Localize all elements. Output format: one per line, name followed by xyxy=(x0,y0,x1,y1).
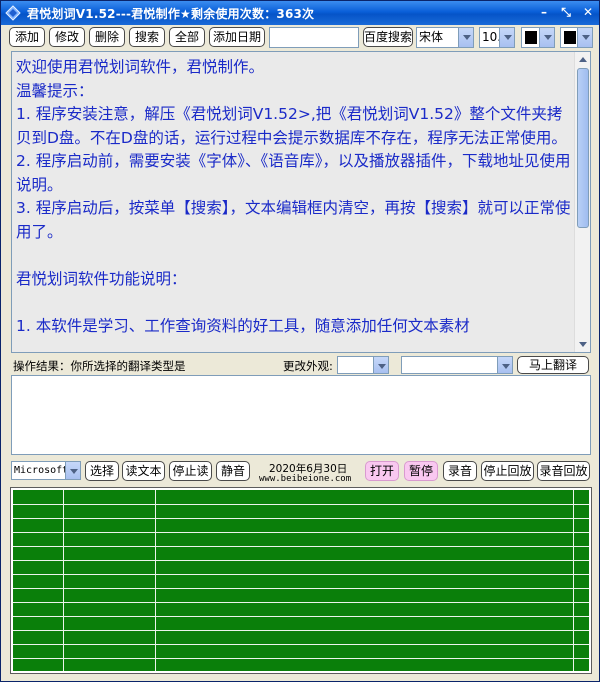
editor-line: 1. 本软件是学习、工作查询资料的好工具，随意添加任何文本素材 xyxy=(16,316,470,335)
editor-line: 1. 程序安装注意，解压《君悦划词V1.52>,把《君悦划词V1.52》整个文件… xyxy=(16,105,567,147)
grid-row-line xyxy=(13,560,589,561)
minimize-icon[interactable]: – xyxy=(537,5,551,19)
editor-line: 2. 程序启动前，需要安装《字体》、《语音库》，以及播放器插件，下载地址见使用说… xyxy=(16,152,571,194)
chevron-down-icon[interactable] xyxy=(539,28,554,47)
stop-playback-button[interactable]: 停止回放 xyxy=(481,461,534,481)
editor-line xyxy=(16,244,574,268)
voice-select-value: Microsoft xyxy=(14,465,69,476)
grid-row-line xyxy=(13,630,589,631)
editor-line: 君悦划词软件功能说明： xyxy=(16,269,187,288)
grid-row-line xyxy=(13,616,589,617)
grid-row-line xyxy=(13,588,589,589)
status-row: 操作结果：你所选择的翻译类型是 更改外观: 马上翻译 xyxy=(11,356,591,376)
scroll-down-icon[interactable] xyxy=(576,337,590,351)
grid-column-line xyxy=(63,490,64,671)
edit-button[interactable]: 修改 xyxy=(49,27,85,47)
website-label: www.beibeione.com xyxy=(259,474,352,484)
scrollbar-thumb[interactable] xyxy=(577,68,589,228)
data-grid[interactable] xyxy=(10,487,592,674)
chevron-down-icon[interactable] xyxy=(497,357,512,373)
audio-controls: Microsoft 选择 读文本 停止读 静音 2020年6月30日 www.b… xyxy=(11,461,595,484)
editor-line: 欢迎使用君悦划词软件，君悦制作。 xyxy=(16,58,265,76)
add-button[interactable]: 添加 xyxy=(9,27,45,47)
editor-line: 3. 程序启动后，按菜单【搜索】，文本编辑框内清空，再按【搜索】就可以正常使用了… xyxy=(16,199,571,241)
baidu-search-button[interactable]: 百度搜索 xyxy=(363,27,413,47)
grid-row-line xyxy=(13,546,589,547)
grid-row-line xyxy=(13,518,589,519)
grid-row-line xyxy=(13,504,589,505)
bg-color-picker[interactable] xyxy=(560,27,593,48)
translate-now-button[interactable]: 马上翻译 xyxy=(517,356,589,374)
editor-line: 温馨提示： xyxy=(16,81,94,100)
mute-button[interactable]: 静音 xyxy=(216,461,250,481)
text-color-swatch xyxy=(525,31,537,44)
editor-line xyxy=(16,291,574,315)
chevron-down-icon[interactable] xyxy=(65,462,80,479)
grid-row-line xyxy=(13,602,589,603)
grid-row-line xyxy=(13,532,589,533)
bg-color-swatch xyxy=(564,31,576,44)
grid-column-line xyxy=(155,490,156,671)
close-icon[interactable]: ✕ xyxy=(581,5,595,19)
result-label: 操作结果：你所选择的翻译类型是 xyxy=(13,359,186,373)
appearance-select[interactable] xyxy=(337,356,389,374)
chevron-down-icon[interactable] xyxy=(499,28,514,47)
result-textbox[interactable] xyxy=(11,375,591,455)
main-text-editor[interactable]: 欢迎使用君悦划词软件，君悦制作。 温馨提示： 1. 程序安装注意，解压《君悦划词… xyxy=(11,51,591,353)
chevron-down-icon[interactable] xyxy=(373,357,388,373)
read-text-button[interactable]: 读文本 xyxy=(122,461,165,481)
appearance-label: 更改外观: xyxy=(283,359,333,373)
add-date-button[interactable]: 添加日期 xyxy=(209,27,265,47)
grid-column-line xyxy=(573,490,574,671)
font-select-value: 宋体 xyxy=(419,30,444,44)
text-color-picker[interactable] xyxy=(521,27,555,48)
toolbar: 添加 修改 删除 搜索 全部 添加日期 百度搜索 宋体 10. xyxy=(9,27,593,49)
pause-button[interactable]: 暂停 xyxy=(404,461,438,481)
scroll-up-icon[interactable] xyxy=(576,53,590,67)
grid-row-line xyxy=(13,574,589,575)
title-bar[interactable]: 君悦划词V1.52---君悦制作★剩余使用次数：363次 – ⤡ ✕ xyxy=(1,1,599,25)
record-button[interactable]: 录音 xyxy=(443,461,477,481)
all-button[interactable]: 全部 xyxy=(169,27,205,47)
translate-type-select[interactable] xyxy=(401,356,513,374)
record-playback-button[interactable]: 录音回放 xyxy=(537,461,590,481)
search-input[interactable] xyxy=(269,27,359,48)
chevron-down-icon[interactable] xyxy=(577,28,592,47)
font-select[interactable]: 宋体 xyxy=(416,27,474,48)
chevron-down-icon[interactable] xyxy=(458,28,473,47)
font-size-select[interactable]: 10. xyxy=(479,27,515,48)
editor-content: 欢迎使用君悦划词软件，君悦制作。 温馨提示： 1. 程序安装注意，解压《君悦划词… xyxy=(16,56,574,338)
open-button[interactable]: 打开 xyxy=(365,461,399,481)
delete-button[interactable]: 删除 xyxy=(89,27,125,47)
vertical-scrollbar[interactable] xyxy=(574,52,590,352)
app-logo-icon xyxy=(5,5,21,21)
select-button[interactable]: 选择 xyxy=(85,461,119,481)
grid-row-line xyxy=(13,644,589,645)
window-title: 君悦划词V1.52---君悦制作★剩余使用次数：363次 xyxy=(27,6,315,21)
stop-read-button[interactable]: 停止读 xyxy=(169,461,212,481)
grid-row-line xyxy=(13,658,589,659)
restore-icon[interactable]: ⤡ xyxy=(559,5,573,19)
app-window: 君悦划词V1.52---君悦制作★剩余使用次数：363次 – ⤡ ✕ 添加 修改… xyxy=(0,0,600,682)
voice-select[interactable]: Microsoft xyxy=(11,461,81,480)
search-button[interactable]: 搜索 xyxy=(129,27,165,47)
